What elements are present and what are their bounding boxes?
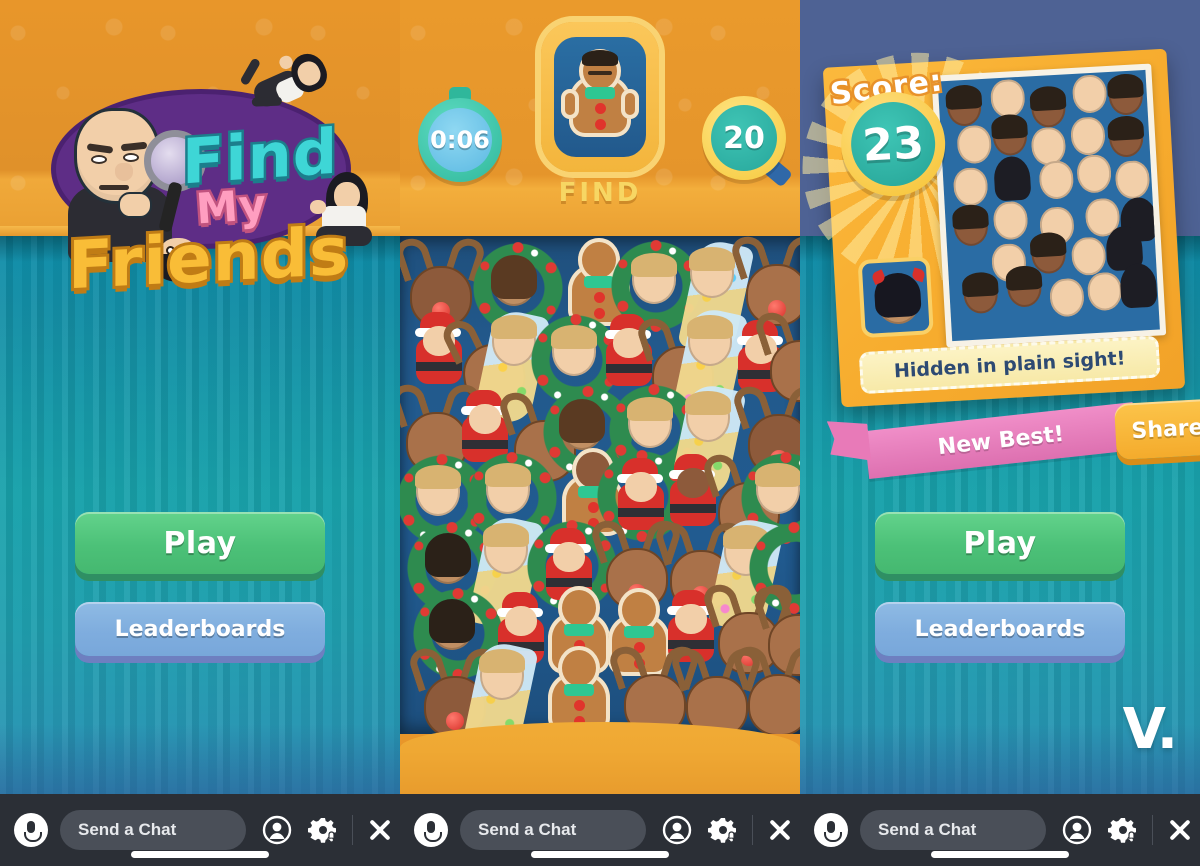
microphone-icon[interactable] bbox=[814, 813, 848, 847]
menu-button-stack-left: Play Leaderboards bbox=[75, 512, 325, 656]
panel-menu-left: Find My Friends Play Leaderboards bbox=[0, 0, 400, 794]
result-card: Score: 23 Hidden in plain sight! New Bes… bbox=[800, 46, 1200, 479]
timer-widget: 0:06 bbox=[418, 87, 502, 182]
chat-segment bbox=[400, 794, 800, 866]
board-piece-avatar[interactable] bbox=[551, 325, 597, 376]
close-icon[interactable] bbox=[767, 817, 793, 843]
chat-input[interactable] bbox=[460, 810, 646, 850]
board-piece-avatar[interactable] bbox=[559, 399, 605, 450]
gingerbread-avatar-icon bbox=[561, 49, 639, 141]
board-piece-avatar[interactable] bbox=[479, 649, 525, 700]
microphone-icon[interactable] bbox=[14, 813, 48, 847]
board-piece-avatar[interactable] bbox=[491, 255, 537, 306]
devil-avatar-icon bbox=[870, 267, 926, 326]
home-indicator bbox=[131, 851, 269, 858]
game-board[interactable] bbox=[400, 236, 800, 734]
find-label: FIND bbox=[558, 178, 642, 208]
board-piece-reindeer[interactable] bbox=[730, 642, 800, 734]
gameplay-header: 0:06 FIND 20 bbox=[400, 0, 800, 236]
play-button[interactable]: Play bbox=[75, 512, 325, 574]
close-icon[interactable] bbox=[1167, 817, 1193, 843]
chat-bar bbox=[0, 794, 1200, 866]
divider bbox=[352, 815, 353, 845]
panel-results: Score: 23 Hidden in plain sight! New Bes… bbox=[800, 0, 1200, 794]
person-circle-icon[interactable] bbox=[662, 815, 692, 845]
menu-button-stack-right: Play Leaderboards bbox=[875, 512, 1125, 656]
board-piece-avatar[interactable] bbox=[485, 463, 531, 514]
board-piece-avatar[interactable] bbox=[429, 599, 475, 650]
detective-hand bbox=[118, 192, 152, 218]
bowtie-icon bbox=[585, 87, 615, 99]
chat-segment bbox=[0, 794, 400, 866]
found-target-thumbnail bbox=[857, 256, 934, 339]
share-button[interactable]: Share bbox=[1114, 398, 1200, 461]
chat-segment bbox=[800, 794, 1200, 866]
panel-gameplay: 0:06 FIND 20 bbox=[400, 0, 800, 794]
logo-text-friends: Friends bbox=[65, 210, 352, 308]
board-piece-avatar[interactable] bbox=[627, 397, 673, 448]
remaining-count-value: 20 bbox=[723, 120, 765, 156]
microphone-icon[interactable] bbox=[414, 813, 448, 847]
timer-value: 0:06 bbox=[430, 126, 490, 154]
hint-tooltip: Hidden in plain sight! bbox=[858, 335, 1161, 395]
game-logo: Find My Friends bbox=[24, 42, 376, 307]
board-piece-avatar[interactable] bbox=[425, 533, 471, 584]
target-avatar-icon bbox=[554, 37, 646, 157]
board-piece-avatar[interactable] bbox=[687, 315, 733, 366]
result-photo-grid bbox=[937, 69, 1160, 342]
divider bbox=[1152, 815, 1153, 845]
board-piece-avatar[interactable] bbox=[415, 465, 461, 516]
score-badge: 23 bbox=[838, 89, 948, 199]
gear-bell-icon[interactable] bbox=[708, 815, 738, 845]
chat-input[interactable] bbox=[60, 810, 246, 850]
result-photo bbox=[931, 63, 1167, 348]
leaderboards-button[interactable]: Leaderboards bbox=[75, 602, 325, 656]
person-circle-icon[interactable] bbox=[1062, 815, 1092, 845]
close-icon[interactable] bbox=[367, 817, 393, 843]
remaining-count-widget: 20 bbox=[702, 96, 793, 188]
person-circle-icon[interactable] bbox=[262, 815, 292, 845]
gear-bell-icon[interactable] bbox=[1108, 815, 1138, 845]
board-piece-avatar[interactable] bbox=[631, 253, 677, 304]
watermark-logo: V. bbox=[1122, 697, 1178, 762]
gear-bell-icon[interactable] bbox=[308, 815, 338, 845]
home-indicator bbox=[931, 851, 1069, 858]
score-value: 23 bbox=[861, 116, 926, 172]
divider bbox=[752, 815, 753, 845]
app-root: Find My Friends Play Leaderboards 0:06 F… bbox=[0, 0, 1200, 866]
play-button[interactable]: Play bbox=[875, 512, 1125, 574]
board-piece-avatar[interactable] bbox=[685, 391, 731, 442]
gameplay-footer bbox=[400, 722, 800, 794]
leaderboards-button[interactable]: Leaderboards bbox=[875, 602, 1125, 656]
home-indicator bbox=[531, 851, 669, 858]
board-piece-avatar[interactable] bbox=[483, 523, 529, 574]
board-piece-avatar[interactable] bbox=[755, 463, 800, 514]
chat-input[interactable] bbox=[860, 810, 1046, 850]
target-avatar-frame bbox=[541, 22, 659, 172]
